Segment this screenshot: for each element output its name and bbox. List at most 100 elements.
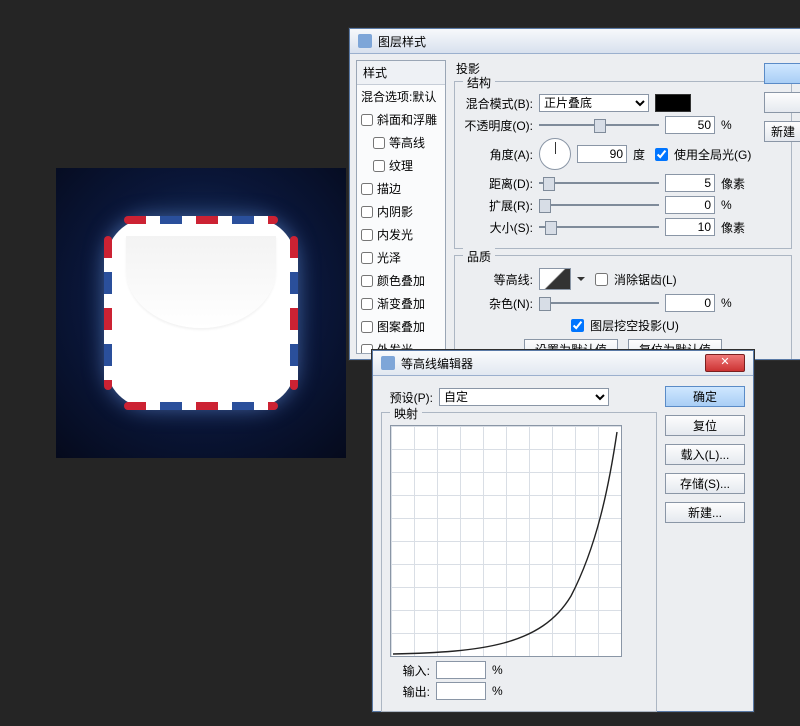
blend-mode-label: 混合模式(B): (463, 95, 533, 112)
contour-swatch[interactable] (539, 268, 571, 290)
effect-row[interactable]: 内阴影 (357, 200, 445, 223)
ok-button[interactable]: 确定 (665, 386, 745, 407)
group-legend: 映射 (390, 405, 422, 422)
noise-label: 杂色(N): (463, 295, 533, 312)
unit-px: 像素 (721, 175, 751, 192)
effect-checkbox[interactable] (361, 229, 373, 241)
dialog-titlebar[interactable]: 图层样式 (350, 29, 800, 54)
noise-slider[interactable] (539, 297, 659, 309)
new-style-button[interactable]: 新建 (764, 121, 800, 142)
unit-pct: % (721, 118, 751, 132)
effect-label: 纹理 (389, 157, 413, 174)
mapping-group: 映射 输入: % 输出: % (381, 412, 657, 712)
size-slider[interactable] (539, 221, 659, 233)
layer-style-dialog: 图层样式 样式 混合选项:默认 斜面和浮雕等高线纹理描边内阴影内发光光泽颜色叠加… (349, 28, 800, 360)
effect-row[interactable]: 渐变叠加 (357, 292, 445, 315)
spread-input[interactable] (665, 196, 715, 214)
opacity-label: 不透明度(O): (463, 117, 533, 134)
curve-output-value[interactable] (436, 682, 486, 700)
app-icon (358, 34, 372, 48)
knockout[interactable]: 图层挖空投影(U) (567, 316, 679, 335)
effect-label: 内发光 (377, 226, 413, 243)
effect-label: 斜面和浮雕 (377, 111, 437, 128)
dialog-title: 图层样式 (378, 33, 426, 50)
new-button[interactable]: 新建... (665, 502, 745, 523)
knockout-checkbox[interactable] (571, 319, 584, 332)
antialias-checkbox[interactable] (595, 273, 608, 286)
size-input[interactable] (665, 218, 715, 236)
load-button[interactable]: 载入(L)... (665, 444, 745, 465)
effect-row[interactable]: 描边 (357, 177, 445, 200)
effect-checkbox[interactable] (361, 114, 373, 126)
distance-slider[interactable] (539, 177, 659, 189)
effect-label: 内阴影 (377, 203, 413, 220)
noise-input[interactable] (665, 294, 715, 312)
dialog-title: 等高线编辑器 (401, 355, 473, 372)
effect-label: 图案叠加 (377, 318, 425, 335)
effect-label: 等高线 (389, 134, 425, 151)
spread-slider[interactable] (539, 199, 659, 211)
curve-input-value[interactable] (436, 661, 486, 679)
envelope-icon (106, 218, 296, 408)
effect-row[interactable]: 内发光 (357, 223, 445, 246)
chevron-down-icon[interactable] (577, 277, 585, 285)
effect-checkbox[interactable] (361, 321, 373, 333)
use-global-light[interactable]: 使用全局光(G) (651, 145, 751, 164)
close-icon[interactable]: ✕ (705, 354, 745, 372)
distance-input[interactable] (665, 174, 715, 192)
effect-label: 光泽 (377, 249, 401, 266)
effect-row[interactable]: 纹理 (357, 154, 445, 177)
degree-label: 度 (633, 146, 645, 163)
effect-checkbox[interactable] (373, 137, 385, 149)
ok-button-partial[interactable] (764, 63, 800, 84)
effect-checkbox[interactable] (361, 298, 373, 310)
effect-row[interactable]: 斜面和浮雕 (357, 108, 445, 131)
dialog-titlebar[interactable]: 等高线编辑器 ✕ (373, 351, 753, 376)
spread-label: 扩展(R): (463, 197, 533, 214)
effect-checkbox[interactable] (361, 206, 373, 218)
angle-label: 角度(A): (463, 146, 533, 163)
structure-group: 结构 混合模式(B): 正片叠底 不透明度(O): % 角度(A): 度 (454, 81, 792, 249)
opacity-input[interactable] (665, 116, 715, 134)
save-button[interactable]: 存储(S)... (665, 473, 745, 494)
effect-checkbox[interactable] (361, 252, 373, 264)
quality-group: 品质 等高线: 消除锯齿(L) 杂色(N): % 图层挖空投影(U) (454, 255, 792, 360)
section-title: 投影 (456, 60, 792, 77)
reset-button[interactable]: 复位 (665, 415, 745, 436)
effect-checkbox[interactable] (361, 183, 373, 195)
input-label: 输入: (390, 662, 430, 679)
preset-label: 预设(P): (381, 389, 433, 406)
effect-label: 渐变叠加 (377, 295, 425, 312)
dialog-right-buttons: 新建 (764, 63, 800, 142)
preset-select[interactable]: 自定 (439, 388, 609, 406)
contour-editor-dialog: 等高线编辑器 ✕ 预设(P): 自定 映射 输入: % 输出: (372, 350, 754, 712)
size-label: 大小(S): (463, 219, 533, 236)
cancel-button-partial[interactable] (764, 92, 800, 113)
effect-row[interactable]: 颜色叠加 (357, 269, 445, 292)
output-label: 输出: (390, 683, 430, 700)
angle-dial[interactable] (539, 138, 571, 170)
effect-row[interactable]: 等高线 (357, 131, 445, 154)
blend-mode-select[interactable]: 正片叠底 (539, 94, 649, 112)
effects-list-header: 样式 (357, 61, 445, 85)
antialias[interactable]: 消除锯齿(L) (591, 270, 677, 289)
document-canvas (56, 168, 346, 458)
blend-options-row[interactable]: 混合选项:默认 (357, 85, 445, 108)
curve-path-icon (391, 426, 621, 656)
effect-checkbox[interactable] (373, 160, 385, 172)
effects-list: 样式 混合选项:默认 斜面和浮雕等高线纹理描边内阴影内发光光泽颜色叠加渐变叠加图… (356, 60, 446, 354)
effect-label: 描边 (377, 180, 401, 197)
use-global-light-checkbox[interactable] (655, 148, 668, 161)
contour-label: 等高线: (463, 271, 533, 288)
opacity-slider[interactable] (539, 119, 659, 131)
effect-row[interactable]: 图案叠加 (357, 315, 445, 338)
app-icon (381, 356, 395, 370)
contour-curve-grid[interactable] (390, 425, 622, 657)
shadow-color-swatch[interactable] (655, 94, 691, 112)
distance-label: 距离(D): (463, 175, 533, 192)
group-legend: 结构 (463, 74, 495, 91)
group-legend: 品质 (463, 248, 495, 265)
effect-row[interactable]: 光泽 (357, 246, 445, 269)
angle-input[interactable] (577, 145, 627, 163)
effect-checkbox[interactable] (361, 275, 373, 287)
